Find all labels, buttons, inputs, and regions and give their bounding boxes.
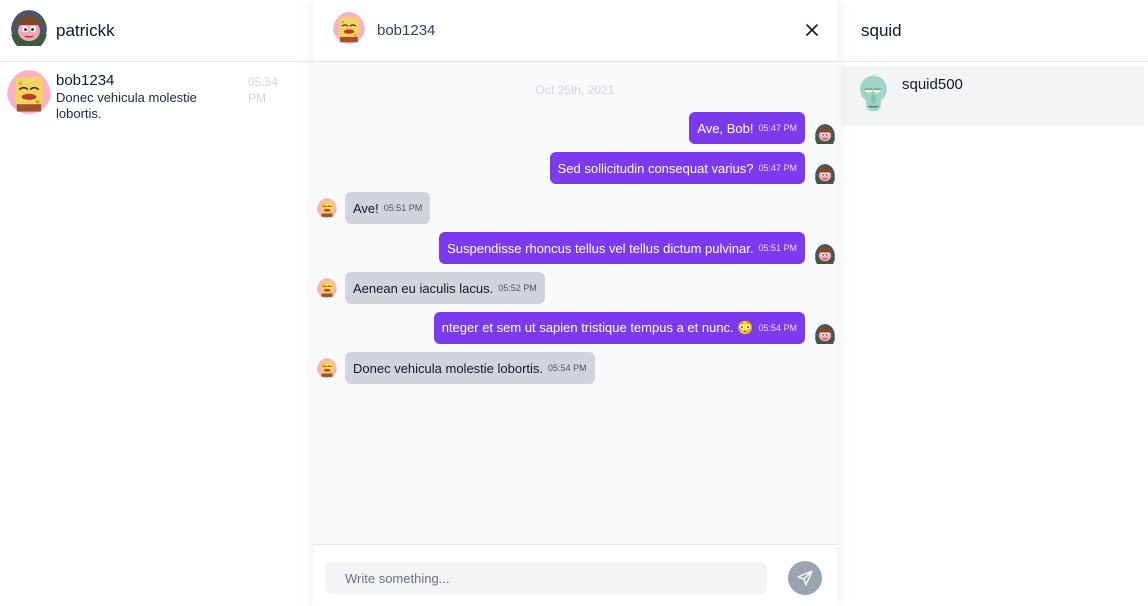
message-bubble-outgoing: nteger et sem ut sapien tristique tempus…	[433, 312, 805, 344]
send-icon	[797, 570, 813, 586]
date-separator: Oct 25th, 2021	[535, 83, 615, 97]
message-bubble-outgoing: Suspendisse rhoncus tellus vel tellus di…	[439, 232, 805, 264]
sender-avatar	[317, 278, 337, 303]
message-row: Ave! 05:51 PM	[313, 192, 837, 224]
contact-avatar	[333, 12, 365, 49]
message-time: 05:54 PM	[758, 323, 797, 333]
chat-header: bob1234	[313, 0, 837, 62]
current-user-avatar	[11, 10, 47, 51]
send-button[interactable]	[788, 561, 822, 595]
conversation-time: 05:54 PM	[248, 75, 279, 105]
message-bubble-outgoing: Ave, Bob! 05:47 PM	[689, 112, 805, 144]
sender-avatar	[815, 324, 835, 349]
message-time: 05:51 PM	[758, 243, 797, 253]
message-text: nteger et sem ut sapien tristique tempus…	[441, 320, 754, 335]
chat-app: patrickk bob1234 Donec vehicula molestie…	[0, 0, 1148, 606]
sender-avatar	[317, 198, 337, 223]
message-row: Donec vehicula molestie lobortis. 05:54 …	[313, 352, 837, 384]
conversation-name: bob1234	[56, 72, 115, 89]
message-input[interactable]	[325, 562, 767, 594]
close-chat-button[interactable]	[803, 20, 821, 40]
message-time: 05:47 PM	[758, 163, 797, 173]
message-text: Donec vehicula molestie lobortis.	[353, 360, 544, 376]
user-search-input[interactable]	[861, 20, 1121, 41]
search-result-name: squid500	[902, 76, 963, 93]
conversation-preview: Donec vehicula molestie lobortis.	[56, 90, 197, 121]
sender-avatar	[815, 124, 835, 149]
conversation-body: bob1234 Donec vehicula molestie lobortis…	[56, 70, 248, 124]
message-time: 05:54 PM	[548, 363, 587, 373]
message-composer	[313, 544, 837, 606]
current-user-header: patrickk	[0, 0, 313, 62]
close-icon	[806, 24, 818, 36]
message-row: Aenean eu iaculis lacus. 05:52 PM	[313, 272, 837, 304]
conversation-item[interactable]: bob1234 Donec vehicula molestie lobortis…	[0, 62, 313, 124]
conversation-avatar	[7, 70, 51, 124]
message-row: Ave, Bob! 05:47 PM	[313, 112, 837, 144]
message-text: Ave!	[353, 200, 379, 216]
user-search-panel: squid500	[837, 0, 1148, 606]
message-text: Ave, Bob!	[697, 120, 754, 136]
message-row: nteger et sem ut sapien tristique tempus…	[313, 312, 837, 344]
search-result-item[interactable]: squid500	[841, 66, 1144, 126]
current-user-name: patrickk	[56, 20, 115, 40]
sender-avatar	[317, 358, 337, 383]
message-row: Suspendisse rhoncus tellus vel tellus di…	[313, 232, 837, 264]
message-list: Ave, Bob! 05:47 PM Sed sollicitudin cons…	[313, 112, 837, 392]
message-row: Sed sollicitudin consequat varius? 05:47…	[313, 152, 837, 184]
contact-name: bob1234	[377, 22, 436, 39]
message-time: 05:52 PM	[498, 283, 537, 293]
message-text: Aenean eu iaculis lacus.	[353, 280, 494, 296]
message-time: 05:51 PM	[383, 203, 423, 213]
message-text: Sed sollicitudin consequat varius?	[557, 160, 754, 176]
message-time: 05:47 PM	[758, 123, 797, 133]
sender-avatar	[815, 164, 835, 189]
chat-panel: bob1234 Oct 25th, 2021 Ave, Bob! 05:47 P…	[313, 0, 837, 606]
message-bubble-outgoing: Sed sollicitudin consequat varius? 05:47…	[549, 152, 805, 184]
message-bubble-incoming: Ave! 05:51 PM	[345, 192, 431, 224]
search-result-avatar	[849, 72, 893, 126]
message-bubble-incoming: Donec vehicula molestie lobortis. 05:54 …	[345, 352, 595, 384]
message-bubble-incoming: Aenean eu iaculis lacus. 05:52 PM	[345, 272, 545, 304]
search-bar	[837, 0, 1148, 62]
conversation-sidebar: patrickk bob1234 Donec vehicula molestie…	[0, 0, 313, 606]
sender-avatar	[815, 244, 835, 269]
message-text: Suspendisse rhoncus tellus vel tellus di…	[447, 240, 754, 256]
